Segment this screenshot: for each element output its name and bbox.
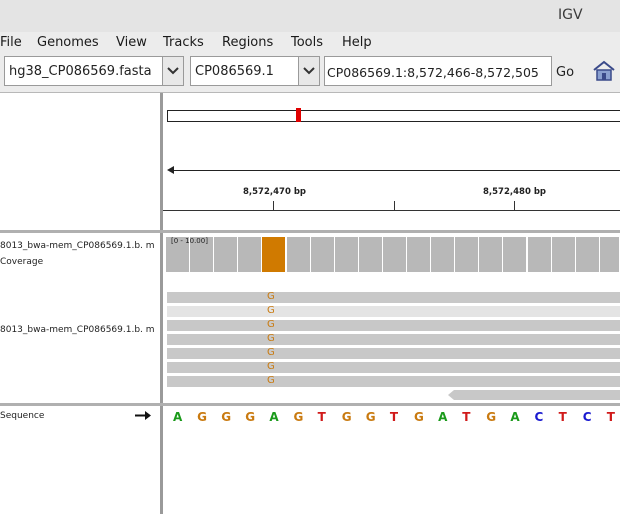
- coverage-bar[interactable]: [310, 237, 335, 272]
- home-icon[interactable]: [592, 60, 616, 82]
- coverage-bar[interactable]: [431, 237, 456, 272]
- mismatch-base: G: [267, 319, 275, 330]
- sequence-base: C: [534, 410, 544, 424]
- reverse-strand-read[interactable]: [448, 390, 620, 400]
- coverage-bar[interactable]: [479, 237, 504, 272]
- coverage-bar[interactable]: [503, 237, 528, 272]
- alignment-read[interactable]: [167, 334, 620, 345]
- sequence-base: G: [341, 410, 352, 424]
- coverage-bar[interactable]: [358, 237, 383, 272]
- coverage-bar[interactable]: [334, 237, 359, 272]
- menu-help[interactable]: Help: [342, 35, 372, 50]
- header-data-panel: 8,572,470 bp 8,572,480 bp: [163, 93, 620, 230]
- chevron-down-icon[interactable]: [298, 57, 319, 85]
- coverage-bar[interactable]: [214, 237, 239, 272]
- ruler-tick-label-1: 8,572,470 bp: [243, 187, 306, 197]
- sequence-base: T: [606, 410, 615, 424]
- genome-dropdown[interactable]: hg38_CP086569.fasta: [4, 56, 184, 86]
- ruler-line: [169, 170, 620, 171]
- ruler-tick: [514, 201, 515, 210]
- go-label: Go: [556, 65, 575, 80]
- sequence-track-name: Sequence: [0, 411, 45, 421]
- ruler-tick: [273, 201, 274, 210]
- locus-value: CP086569.1:8,572,466-8,572,505: [327, 65, 539, 80]
- mismatch-base: G: [267, 361, 275, 372]
- window-title: IGV: [558, 7, 583, 23]
- sequence-name-panel: Sequence: [0, 406, 160, 514]
- sequence-base: G: [293, 410, 304, 424]
- menu-file[interactable]: File: [0, 35, 22, 50]
- alignment-read[interactable]: [167, 376, 620, 387]
- menu-tools[interactable]: Tools: [291, 35, 323, 50]
- alignment-read[interactable]: [167, 348, 620, 359]
- chevron-down-icon[interactable]: [162, 57, 183, 85]
- mismatch-base: G: [267, 305, 275, 316]
- sequence-base: C: [582, 410, 592, 424]
- window-titlebar: IGV: [0, 0, 620, 33]
- sequence-base: G: [486, 410, 497, 424]
- strand-arrow-icon[interactable]: [135, 411, 151, 420]
- menu-tracks[interactable]: Tracks: [163, 35, 204, 50]
- locus-input[interactable]: CP086569.1:8,572,466-8,572,505: [324, 56, 552, 86]
- sequence-base: A: [269, 410, 279, 424]
- coverage-bar[interactable]: [575, 237, 600, 272]
- name-panel-divider[interactable]: [160, 93, 163, 514]
- coverage-bar[interactable]: [407, 237, 432, 272]
- ruler-tick-label-2: 8,572,480 bp: [483, 187, 546, 197]
- mismatch-base: G: [267, 375, 275, 386]
- coverage-range-label: [0 - 10.00]: [171, 237, 208, 245]
- ruler-baseline: [163, 210, 620, 211]
- genome-value: hg38_CP086569.fasta: [9, 64, 152, 79]
- sequence-base: G: [221, 410, 232, 424]
- sequence-base: G: [414, 410, 424, 424]
- coverage-bar[interactable]: [286, 237, 311, 272]
- mismatch-base: G: [267, 347, 275, 358]
- mismatch-base: G: [267, 291, 275, 302]
- coverage-bar[interactable]: [551, 237, 576, 272]
- ruler-tick: [394, 201, 395, 210]
- sequence-divider: [0, 403, 620, 406]
- coverage-track-name[interactable]: 8013_bwa-mem_CP086569.1.b. m Coverage: [0, 238, 160, 270]
- coverage-bar[interactable]: [599, 237, 620, 272]
- alignment-read[interactable]: [167, 292, 620, 303]
- coverage-bar[interactable]: [238, 237, 263, 272]
- alignment-read[interactable]: [167, 306, 620, 317]
- sequence-base: T: [389, 410, 399, 424]
- header-divider: [0, 230, 620, 233]
- menu-regions[interactable]: Regions: [222, 35, 273, 50]
- coverage-bar[interactable]: [527, 237, 552, 272]
- sequence-base: T: [558, 410, 567, 424]
- sequence-base: G: [365, 410, 376, 424]
- sequence-base: T: [462, 410, 471, 424]
- header-name-panel: [0, 93, 160, 230]
- menu-genomes[interactable]: Genomes: [37, 35, 99, 50]
- toolbar: hg38_CP086569.fasta CP086569.1 CP086569.…: [0, 54, 620, 93]
- data-name-panel: 8013_bwa-mem_CP086569.1.b. m Coverage 80…: [0, 233, 160, 403]
- sequence-base: A: [173, 410, 183, 424]
- menu-view[interactable]: View: [116, 35, 147, 50]
- sequence-base: A: [438, 410, 448, 424]
- sequence-base: T: [317, 410, 326, 424]
- left-arrow-icon: [167, 166, 174, 174]
- ideogram-region-marker: [296, 108, 301, 122]
- alignment-read[interactable]: [167, 320, 620, 331]
- chromosome-value: CP086569.1: [195, 64, 274, 79]
- coverage-bar[interactable]: [455, 237, 480, 272]
- menu-bar: File Genomes View Tracks Regions Tools H…: [0, 32, 620, 54]
- sequence-base: G: [197, 410, 207, 424]
- sequence-base: G: [245, 410, 256, 424]
- chromosome-dropdown[interactable]: CP086569.1: [190, 56, 320, 86]
- chromosome-ideogram[interactable]: [167, 110, 620, 122]
- mismatch-base: G: [267, 333, 275, 344]
- coverage-bar[interactable]: [262, 237, 287, 272]
- go-button[interactable]: Go: [554, 56, 578, 86]
- coverage-bar[interactable]: [382, 237, 407, 272]
- alignment-track-name[interactable]: 8013_bwa-mem_CP086569.1.b. m: [0, 322, 160, 338]
- sequence-base: A: [510, 410, 520, 424]
- alignment-read[interactable]: [167, 362, 620, 373]
